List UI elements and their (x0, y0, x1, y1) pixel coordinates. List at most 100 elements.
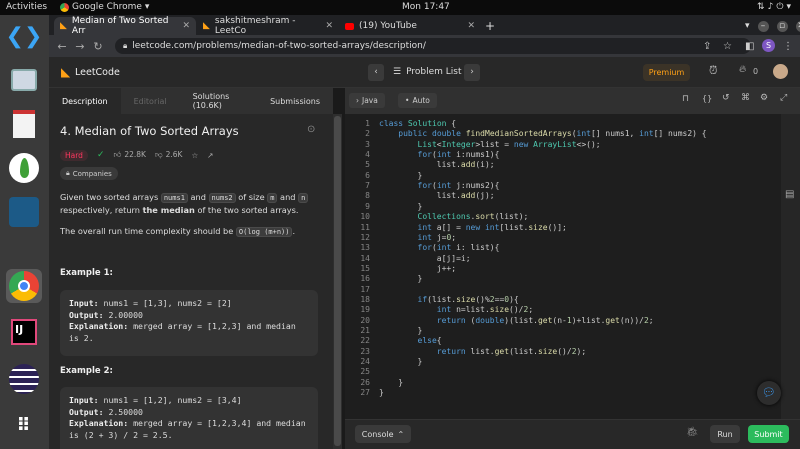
code-line[interactable]: 3 List<Integer>list = new ArrayList<>(); (345, 140, 600, 150)
code-line[interactable]: 14 a[j]=i; (345, 254, 470, 264)
profile-avatar[interactable]: S (762, 39, 775, 52)
code-line[interactable]: 2 public double findMedianSortedArrays(i… (345, 129, 706, 139)
maximize-icon[interactable]: ▫ (776, 20, 788, 32)
tab-median-problem[interactable]: ◣ Median of Two Sorted Arr ✕ (54, 16, 196, 36)
screenshot-tool-icon[interactable] (6, 63, 42, 97)
code-line[interactable]: 15 j++; (345, 264, 456, 274)
input-value: nums1 = [1,2], nums2 = [3,4] (103, 395, 242, 405)
activities-button[interactable]: Activities (6, 2, 47, 12)
forward-icon[interactable]: → (71, 40, 89, 53)
app-menu[interactable]: Google Chrome ▾ (60, 2, 149, 12)
back-icon[interactable]: ← (53, 40, 71, 53)
intellij-icon[interactable]: IJ (6, 315, 42, 349)
tab-youtube[interactable]: (19) YouTube ✕ (339, 17, 481, 35)
code-line[interactable]: 16 } (345, 274, 422, 284)
code-line[interactable]: 21 } (345, 326, 422, 336)
code-line[interactable]: 4 for(int i:nums1){ (345, 150, 499, 160)
line-number: 7 (365, 181, 370, 191)
description-scrollbar[interactable] (333, 114, 342, 449)
alarm-clock-icon[interactable]: ⏰︎ (709, 64, 718, 78)
language-select[interactable]: › Java (349, 93, 385, 108)
code-line[interactable]: 12 int j=0; (345, 233, 456, 243)
console-button[interactable]: Console ⌃ (355, 425, 411, 443)
code-line[interactable]: 18 if(list.size()%2==0){ (345, 295, 518, 305)
chrome-dock-icon[interactable] (6, 269, 42, 303)
user-avatar[interactable] (773, 64, 788, 79)
kebab-menu-icon[interactable]: ⋮ (783, 41, 793, 52)
tab-profile[interactable]: ◣ sakshitmeshram - LeetCo ✕ (197, 16, 339, 36)
code-line[interactable]: 25 (345, 367, 370, 377)
code-line[interactable]: 26 } (345, 378, 403, 388)
code-line[interactable]: 7 for(int j:nums2){ (345, 181, 499, 191)
reload-icon[interactable]: ↻ (89, 40, 107, 53)
debug-bug-icon[interactable]: 🐞︎ (686, 427, 699, 438)
problem-list-button[interactable]: ☰ Problem List (393, 64, 461, 81)
code-line[interactable]: 13 for(int i: list){ (345, 243, 499, 253)
auto-button[interactable]: • Auto (398, 93, 437, 108)
bookmark-icon[interactable]: ⊓ (682, 94, 689, 104)
clock[interactable]: Mon 17:47 (402, 2, 450, 12)
mongodb-icon[interactable] (6, 151, 42, 185)
address-bar[interactable]: 🔒︎ leetcode.com/problems/median-of-two-s… (115, 38, 751, 54)
tab-solutions[interactable]: Solutions (10.6K) (180, 88, 257, 114)
code-line[interactable]: 8 list.add(j); (345, 191, 494, 201)
code-line[interactable]: 22 else{ (345, 336, 441, 346)
new-tab-button[interactable]: + (479, 17, 501, 35)
tab-editorial[interactable]: Editorial (121, 88, 180, 114)
prev-problem-button[interactable]: ‹ (368, 64, 384, 81)
run-button[interactable]: Run (710, 425, 740, 443)
side-panel-icon[interactable]: ◧ (745, 41, 754, 52)
dislike-button[interactable]: 👎︎ 2.6K (155, 150, 182, 160)
eclipse-icon[interactable] (6, 362, 42, 396)
close-icon[interactable]: ✕ (182, 21, 190, 31)
close-icon[interactable]: ✕ (325, 21, 333, 31)
code-line[interactable]: 9 } (345, 202, 422, 212)
tab-description[interactable]: Description (49, 88, 121, 114)
desc-text: and (190, 192, 206, 202)
streak-fire-icon[interactable]: 🔥︎ (739, 64, 746, 75)
code-line[interactable]: 10 Collections.sort(list); (345, 212, 528, 222)
code-line[interactable]: 5 list.add(i); (345, 160, 494, 170)
code-line[interactable]: 6 } (345, 171, 422, 181)
vscode-icon[interactable]: ❮❯ (6, 19, 43, 53)
minimize-icon[interactable]: – (757, 20, 769, 32)
app-grid-icon[interactable]: ⠿ (6, 408, 42, 442)
next-problem-button[interactable]: › (464, 64, 480, 81)
code-line[interactable]: 20 return (double)(list.get(n-1)+list.ge… (345, 316, 653, 326)
settings-gear-icon[interactable]: ⚙ (760, 93, 768, 103)
close-icon[interactable]: ✕ (467, 21, 475, 31)
scrollbar-thumb[interactable] (334, 116, 341, 446)
code-line[interactable]: 11 int a[] = new int[list.size()]; (345, 223, 567, 233)
fullscreen-icon[interactable]: ⤢ (780, 93, 787, 103)
tab-search-icon[interactable]: ▾ (745, 21, 750, 31)
system-tray[interactable]: ⇅♪⏻▾ (757, 2, 794, 12)
tab-submissions[interactable]: Submissions (257, 88, 333, 114)
shortcut-icon[interactable]: ⌘ (741, 93, 750, 103)
code-line[interactable]: 19 int n=list.size()/2; (345, 305, 533, 315)
text-editor-icon[interactable] (6, 107, 42, 141)
code-line[interactable]: 23 return list.get(list.size()/2); (345, 347, 586, 357)
code-line[interactable]: 17 (345, 285, 370, 295)
code-text: } (379, 377, 404, 387)
premium-button[interactable]: Premium (643, 64, 690, 81)
favorite-star-icon[interactable]: ☆ (191, 151, 198, 160)
code-line[interactable]: 27} (345, 388, 383, 398)
submit-button[interactable]: Submit (748, 425, 789, 443)
code-editor[interactable]: 1 class Solution {2 public double findMed… (345, 114, 781, 419)
close-window-icon[interactable]: ✕ (795, 20, 800, 32)
code-line[interactable]: 1 class Solution { (345, 119, 456, 129)
mysql-workbench-icon[interactable] (6, 195, 42, 229)
companies-button[interactable]: 🔒︎ Companies (60, 167, 118, 180)
leetcode-logo-text[interactable]: LeetCode (75, 67, 120, 78)
share-icon[interactable]: ↗ (207, 151, 213, 160)
like-button[interactable]: 👍︎ 22.8K (114, 150, 146, 160)
code-line[interactable]: 24 } (345, 357, 422, 367)
reset-icon[interactable]: ↺ (722, 93, 730, 103)
share-icon[interactable]: ⇪ (703, 41, 711, 52)
leetcode-logo-icon[interactable]: ◣ (61, 65, 70, 79)
bookmark-star-icon[interactable]: ☆ (723, 41, 732, 52)
notes-icon[interactable]: ▤ (785, 189, 794, 200)
braces-icon[interactable]: {} (702, 94, 712, 103)
more-options-icon[interactable]: ⊙ (307, 124, 315, 135)
chat-bubble-icon[interactable]: 💬︎ (757, 381, 781, 405)
